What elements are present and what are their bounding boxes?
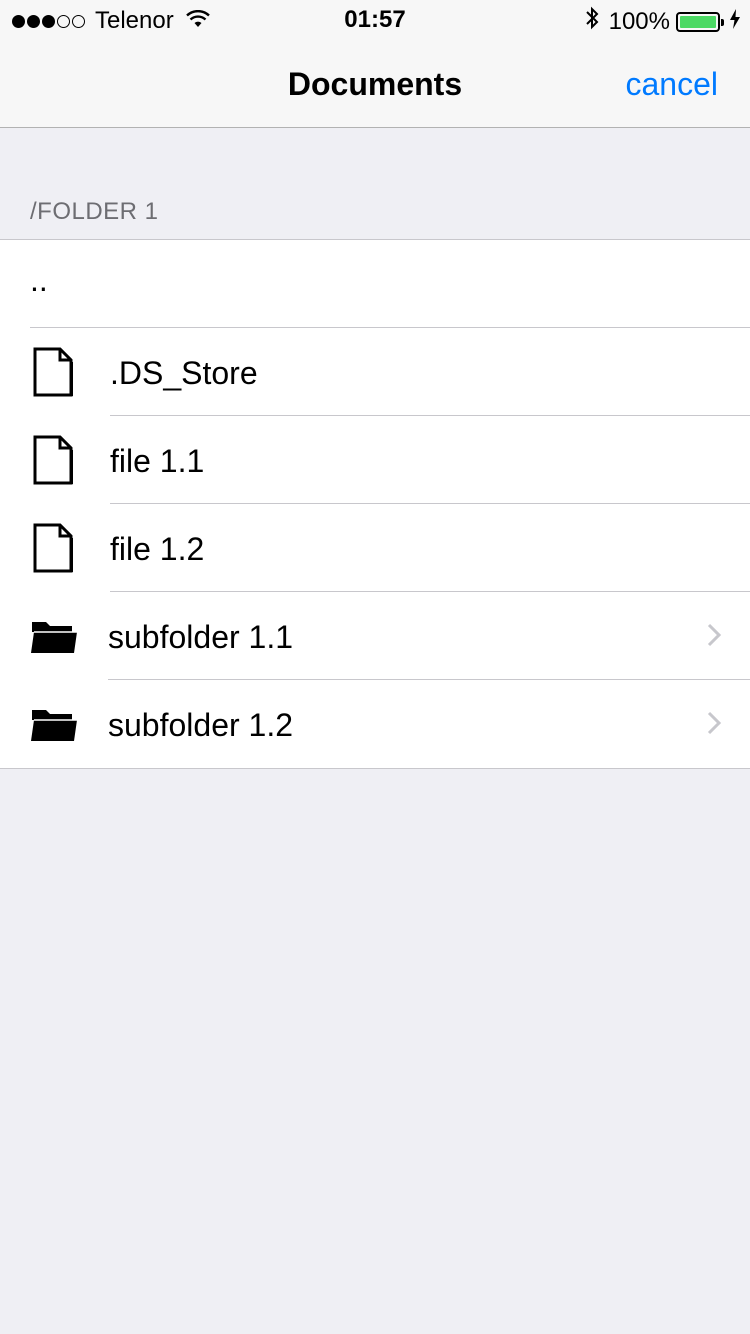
list-item-file[interactable]: .DS_Store [0, 328, 750, 416]
battery-icon [676, 11, 724, 32]
list-item-label: subfolder 1.1 [108, 619, 294, 655]
list-item-folder[interactable]: subfolder 1.2 [0, 680, 750, 768]
battery-nub [721, 18, 724, 26]
document-icon [32, 346, 74, 403]
cancel-button[interactable]: cancel [626, 66, 719, 103]
file-list: .. .DS_Store file 1.1 file 1.2 subfolder… [0, 239, 750, 769]
status-right: 100% [585, 6, 740, 37]
list-item-parent-directory[interactable]: .. [0, 240, 750, 328]
status-bar: Telenor 01:57 100% [0, 0, 750, 40]
folder-icon [30, 618, 78, 659]
chevron-right-icon [706, 710, 722, 741]
list-item-label: file 1.2 [110, 531, 205, 567]
navigation-bar: Telenor 01:57 100% Documents cancel [0, 0, 750, 128]
list-item-label: subfolder 1.2 [108, 707, 294, 743]
screen: Telenor 01:57 100% Documents cancel /FOL… [0, 0, 750, 1334]
list-item-folder[interactable]: subfolder 1.1 [0, 592, 750, 680]
chevron-right-icon [706, 622, 722, 653]
charging-bolt-icon [730, 8, 740, 36]
path-header: /FOLDER 1 [30, 198, 159, 225]
list-item-label: .DS_Store [110, 355, 258, 391]
folder-icon [30, 706, 78, 747]
list-item-label: file 1.1 [110, 443, 205, 479]
list-item-file[interactable]: file 1.1 [0, 416, 750, 504]
document-icon [32, 434, 74, 491]
battery-percentage: 100% [608, 7, 670, 35]
document-icon [32, 522, 74, 579]
list-item-file[interactable]: file 1.2 [0, 504, 750, 592]
bluetooth-icon [585, 6, 599, 37]
battery-level [680, 15, 716, 28]
list-item-label: .. [30, 262, 48, 298]
